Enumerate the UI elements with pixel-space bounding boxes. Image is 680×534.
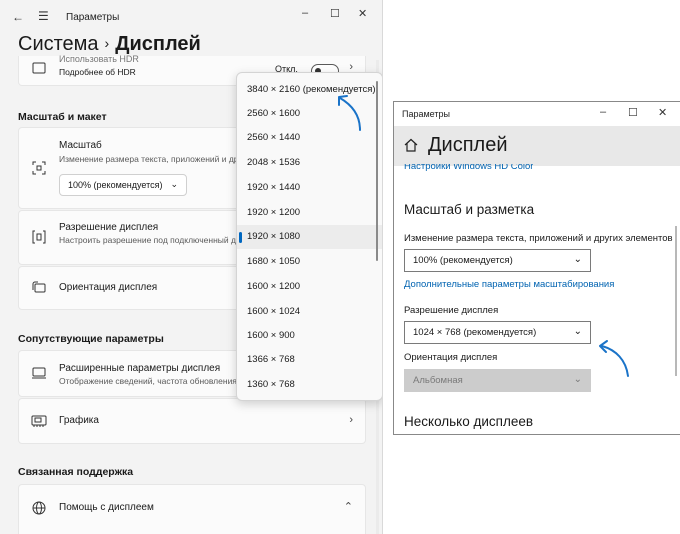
orientation-select: Альбомная ⌄ bbox=[404, 369, 591, 392]
hamburger-menu-icon[interactable]: ☰ bbox=[38, 9, 49, 23]
chevron-up-icon: ⌃ bbox=[343, 501, 353, 513]
resolution-row-subtitle: Настроить разрешение под подключенный ди… bbox=[59, 235, 264, 245]
option-label: 2048 × 1536 bbox=[247, 157, 301, 168]
resolution-option[interactable]: 1600 × 900 bbox=[237, 324, 382, 348]
maximize-button[interactable]: ☐ bbox=[628, 106, 638, 119]
globe-icon bbox=[32, 501, 46, 515]
page-title: Дисплей bbox=[428, 134, 508, 156]
annotation-arrow-icon bbox=[599, 340, 629, 377]
breadcrumb: Система › Дисплей bbox=[18, 33, 201, 56]
option-label: 1920 × 1080 bbox=[247, 231, 301, 242]
breadcrumb-separator: › bbox=[104, 35, 110, 51]
scale-select[interactable]: 100% (рекомендуется) ⌄ bbox=[59, 174, 187, 196]
help-with-display-row[interactable]: Помощь с дисплеем ⌃ bbox=[18, 484, 366, 534]
win11-titlebar: ← ☰ Параметры – ☐ ✕ bbox=[0, 0, 382, 32]
close-button[interactable]: ✕ bbox=[358, 7, 367, 20]
scale-icon bbox=[32, 161, 46, 175]
close-button[interactable]: ✕ bbox=[658, 106, 667, 119]
hdr-row-link[interactable]: Подробнее об HDR bbox=[59, 67, 136, 77]
option-label: 1680 × 1050 bbox=[247, 256, 301, 267]
help-row-title: Помощь с дисплеем bbox=[59, 502, 154, 513]
resolution-select[interactable]: 1024 × 768 (рекомендуется) ⌄ bbox=[404, 321, 591, 344]
scrollbar[interactable] bbox=[675, 226, 677, 376]
resolution-icon bbox=[32, 230, 46, 244]
window-title: Параметры bbox=[402, 109, 450, 119]
option-label: 1600 × 900 bbox=[247, 330, 295, 341]
page-title: Дисплей bbox=[115, 33, 201, 55]
option-label: 1360 × 768 bbox=[247, 379, 295, 390]
win11-settings-window: ← ☰ Параметры – ☐ ✕ Система › Дисплей Испо… bbox=[0, 0, 383, 534]
option-label: 1920 × 1440 bbox=[247, 182, 301, 193]
win10-titlebar: Параметры – ☐ ✕ bbox=[394, 102, 680, 126]
resolution-option[interactable]: 1366 × 768 bbox=[237, 348, 382, 372]
resolution-option[interactable]: 1360 × 768 bbox=[237, 373, 382, 397]
resolution-label: Разрешение дисплея bbox=[404, 305, 499, 316]
hdr-row-title: Использовать HDR bbox=[59, 54, 139, 64]
annotation-arrow-icon bbox=[338, 95, 361, 131]
scale-select-value: 100% (рекомендуется) bbox=[413, 255, 513, 266]
maximize-button[interactable]: ☐ bbox=[330, 7, 340, 20]
scale-row-title: Масштаб bbox=[59, 140, 102, 151]
graphics-row[interactable]: Графика › bbox=[18, 398, 366, 444]
section-multiple-displays: Несколько дисплеев bbox=[404, 414, 534, 429]
option-label: 1920 × 1200 bbox=[247, 207, 301, 218]
window-title: Параметры bbox=[66, 12, 120, 23]
monitor-icon bbox=[32, 367, 46, 379]
orientation-select-value: Альбомная bbox=[413, 375, 463, 386]
graphics-row-title: Графика bbox=[59, 415, 99, 426]
back-arrow-icon[interactable]: ← bbox=[12, 10, 24, 24]
win10-settings-window: Параметры – ☐ ✕ Дисплей Настройки Window… bbox=[393, 101, 680, 435]
orientation-label: Ориентация дисплея bbox=[404, 352, 498, 363]
resolution-option[interactable]: 1920 × 1440 bbox=[237, 176, 382, 200]
option-label: 1600 × 1024 bbox=[247, 306, 301, 317]
home-icon[interactable] bbox=[404, 138, 418, 152]
section-related-settings: Сопутствующие параметры bbox=[18, 333, 164, 345]
resolution-option[interactable]: 1680 × 1050 bbox=[237, 250, 382, 274]
resolution-select-value: 1024 × 768 (рекомендуется) bbox=[413, 327, 537, 338]
advanced-scaling-link[interactable]: Дополнительные параметры масштабирования bbox=[404, 279, 614, 290]
option-label: 2560 × 1440 bbox=[247, 132, 301, 143]
resolution-option[interactable]: 1600 × 1024 bbox=[237, 300, 382, 324]
section-scale-layout: Масштаб и макет bbox=[18, 111, 107, 123]
advanced-display-title: Расширенные параметры дисплея bbox=[59, 363, 221, 374]
resolution-option[interactable]: 2048 × 1536 bbox=[237, 151, 382, 175]
chevron-down-icon: ⌄ bbox=[170, 179, 178, 189]
breadcrumb-parent-system[interactable]: Система bbox=[18, 33, 99, 55]
section-related-support: Связанная поддержка bbox=[18, 466, 134, 478]
win10-header: Дисплей bbox=[394, 126, 680, 166]
chevron-down-icon: ⌄ bbox=[573, 326, 582, 337]
minimize-button[interactable]: – bbox=[600, 106, 606, 118]
scale-select[interactable]: 100% (рекомендуется) ⌄ bbox=[404, 249, 591, 272]
hd-color-link[interactable]: Настройки Windows HD Color bbox=[404, 164, 533, 174]
resolution-option-selected[interactable]: 1920 × 1080 bbox=[237, 225, 382, 249]
graphics-card-icon bbox=[31, 415, 47, 427]
hdr-icon bbox=[32, 62, 46, 74]
chevron-down-icon: ⌄ bbox=[573, 374, 582, 385]
dropdown-scrollbar[interactable] bbox=[376, 81, 378, 261]
scale-label: Изменение размера текста, приложений и д… bbox=[404, 233, 673, 244]
resolution-option[interactable]: 1920 × 1200 bbox=[237, 201, 382, 225]
orientation-icon bbox=[32, 281, 46, 293]
chevron-right-icon: › bbox=[349, 414, 353, 426]
resolution-option[interactable]: 1600 × 1200 bbox=[237, 275, 382, 299]
minimize-button[interactable]: – bbox=[302, 7, 308, 19]
advanced-display-subtitle: Отображение сведений, частота обновления bbox=[59, 376, 237, 386]
scale-select-value: 100% (рекомендуется) bbox=[68, 180, 163, 190]
option-label: 2560 × 1600 bbox=[247, 108, 301, 119]
resolution-row-title: Разрешение дисплея bbox=[59, 222, 159, 233]
option-label: 1366 × 768 bbox=[247, 354, 295, 365]
chevron-down-icon: ⌄ bbox=[573, 254, 582, 265]
section-scale-layout: Масштаб и разметка bbox=[404, 202, 535, 217]
option-label: 1600 × 1200 bbox=[247, 281, 301, 292]
orientation-row-title: Ориентация дисплея bbox=[59, 282, 158, 293]
